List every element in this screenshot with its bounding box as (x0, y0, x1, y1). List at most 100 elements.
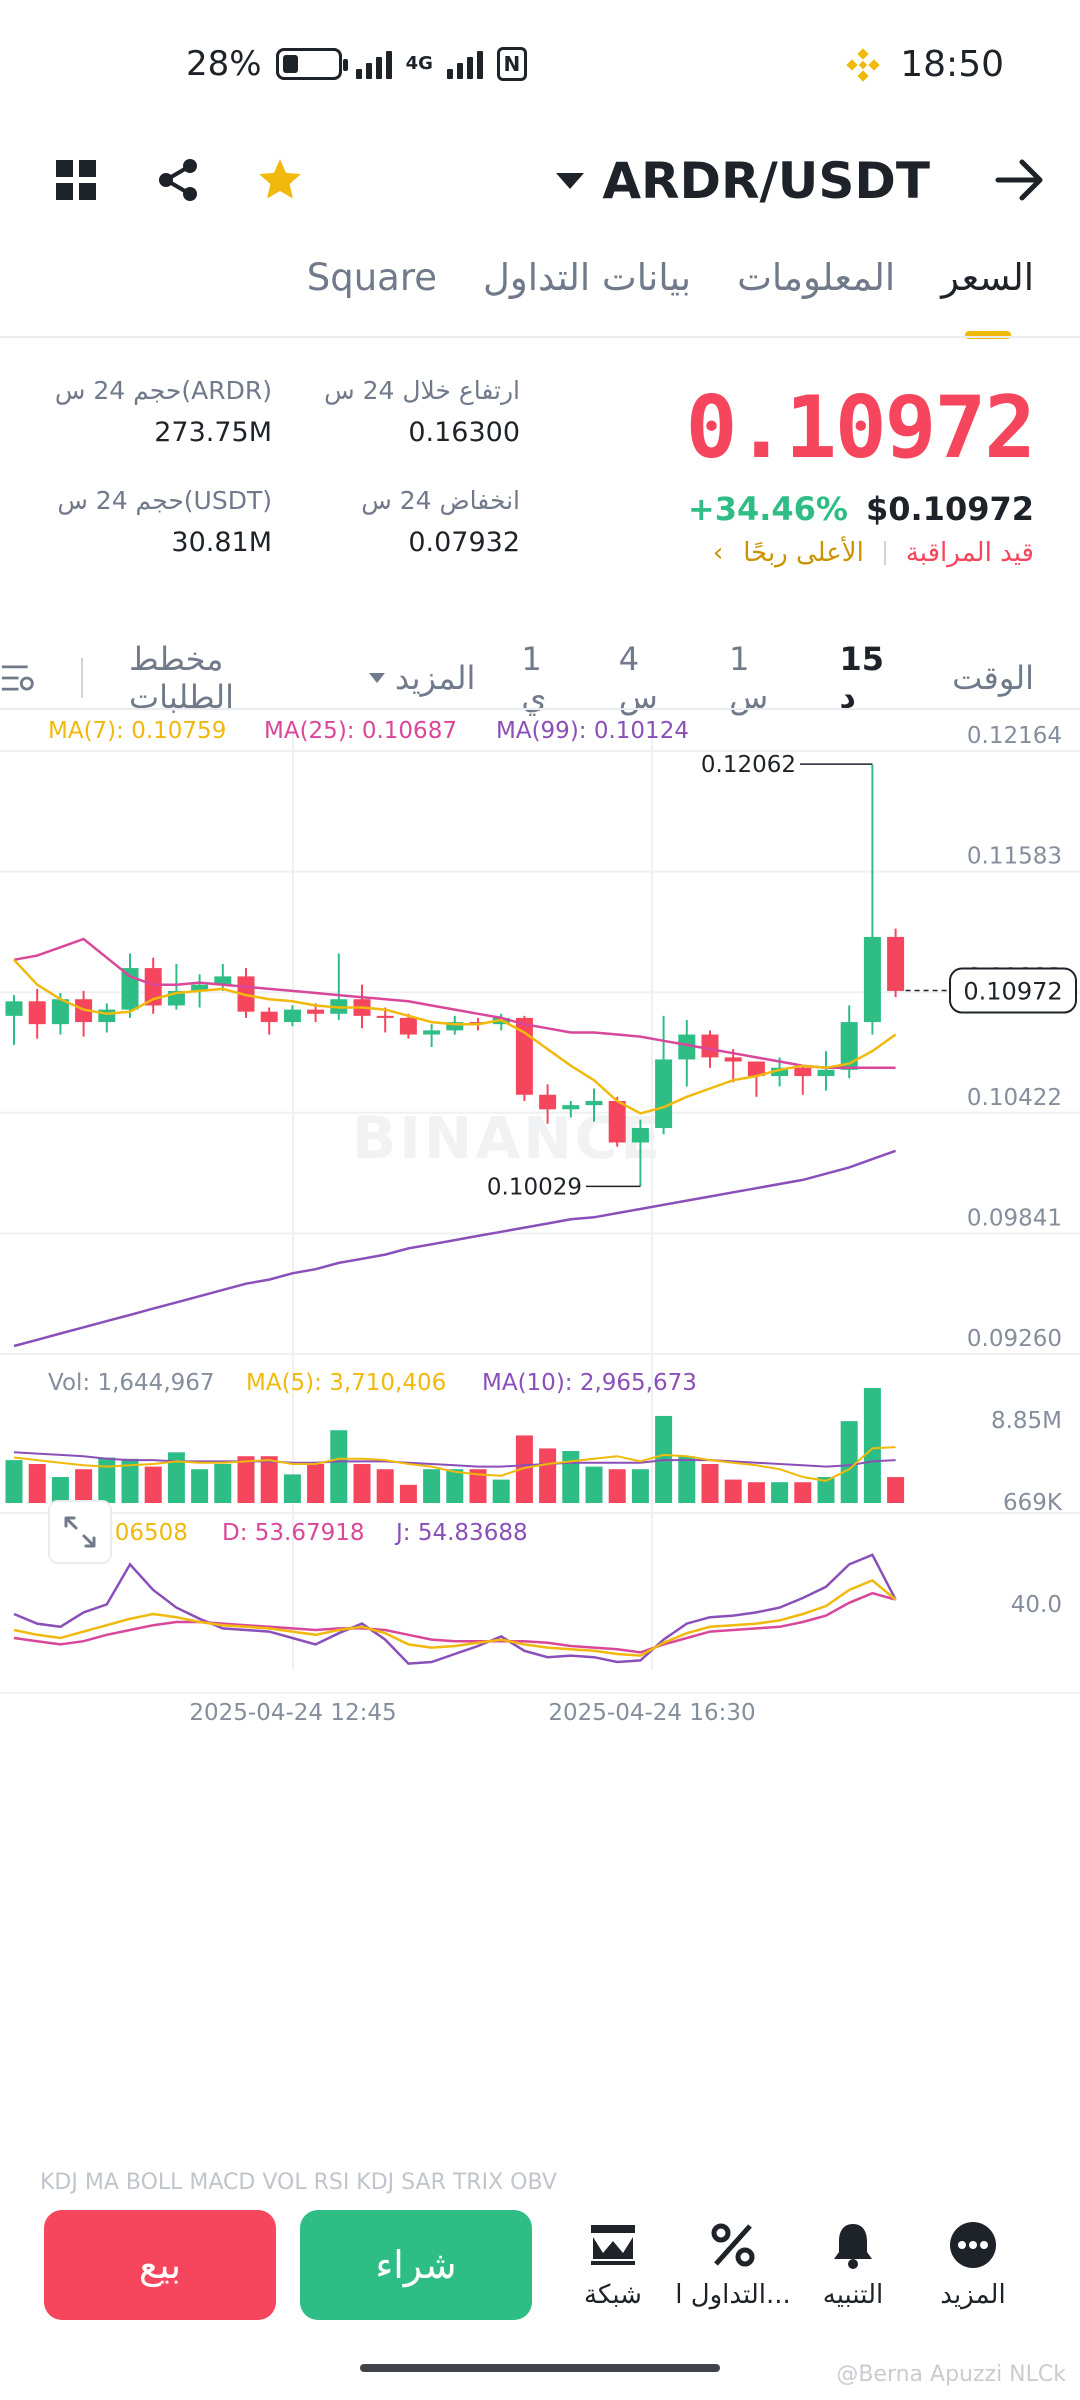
ma25-legend: MA(25): 0.10687 (264, 718, 457, 744)
candle (631, 1127, 649, 1143)
kdj-j-line (13, 1553, 897, 1665)
nav-more[interactable]: المزيد (908, 2216, 1038, 2310)
volume-bar (724, 1479, 742, 1503)
candle (28, 1001, 46, 1025)
volume-bar (330, 1430, 348, 1503)
percent-icon (711, 2223, 755, 2267)
nav-grid[interactable]: شبكة (548, 2216, 678, 2310)
volume-bar (562, 1451, 580, 1503)
interval-1h[interactable]: 1 س (729, 640, 793, 716)
volume-bar (353, 1464, 371, 1503)
candle (121, 968, 139, 1010)
caret-down-icon (368, 673, 385, 683)
candle (562, 1105, 580, 1110)
volume-bar (167, 1452, 185, 1503)
depth-chart-tab[interactable]: مخطط الطلبات (129, 640, 323, 716)
back-arrow-icon[interactable] (990, 150, 1050, 210)
current-price-label: 0.10972 (963, 978, 1062, 1006)
tag-top-gainers[interactable]: الأعلى ربحًا (743, 538, 864, 568)
volume-bar (840, 1421, 858, 1503)
candle (585, 1100, 603, 1106)
battery-percent: 28% (186, 44, 262, 84)
stat-vol-base-value: 273.75M (154, 417, 272, 448)
nav-alert[interactable]: التنبيه (788, 2216, 918, 2310)
header: ARDR/USDT (0, 140, 1080, 240)
kdj-k-line (13, 1578, 897, 1657)
pair-name: ARDR/USDT (602, 152, 930, 210)
price-change: +34.46% (687, 490, 848, 528)
volume-bar (492, 1479, 510, 1503)
price-axis-label: 0.09260 (967, 1326, 1062, 1352)
stat-low-label: انخفاض 24 س (361, 486, 520, 515)
status-bar: 28% 4G N 18:50 (0, 0, 1080, 130)
pair-selector[interactable]: ARDR/USDT (556, 152, 930, 210)
kdj-d-legend: D: 53.67918 (222, 1520, 365, 1546)
grid-icon[interactable] (46, 150, 106, 210)
interval-1d[interactable]: 1 ي (521, 640, 572, 716)
sell-button[interactable]: بيع (44, 2210, 276, 2320)
tag-watchlist[interactable]: قيد المراقبة (906, 538, 1034, 568)
candle (307, 1009, 325, 1014)
tab-price[interactable]: السعر (941, 256, 1034, 299)
candle (539, 1094, 557, 1110)
volume-bar (887, 1477, 905, 1503)
price-chart[interactable]: 0.121640.115830.110030.104220.098410.092… (0, 710, 1080, 2140)
kdj-j-legend: J: 54.83688 (394, 1520, 528, 1546)
main-tabs: السعر المعلومات بيانات التداول Square (307, 256, 1034, 299)
candle (655, 1059, 673, 1128)
last-price: 0.10972 (685, 378, 1036, 478)
stat-vol-base: حجم 24 س(ARDR) 273.75M (55, 376, 272, 448)
interval-more[interactable]: المزيد (368, 659, 476, 697)
candle (423, 1030, 441, 1035)
volume-bar (863, 1388, 881, 1503)
signal-2-icon (446, 49, 483, 79)
volume-bar (771, 1482, 789, 1503)
credit-watermark: @Berna Apuzzi NLCk (836, 2362, 1066, 2387)
stat-low: انخفاض 24 س 0.07932 (361, 486, 520, 558)
expand-chart-icon[interactable] (48, 1500, 112, 1564)
volume-bar (28, 1464, 46, 1503)
vol-axis-label: 8.85M (991, 1408, 1062, 1434)
vol-legend: Vol: 1,644,967 (48, 1370, 215, 1396)
candle (376, 1015, 394, 1018)
nav-margin[interactable]: التداول ا... (668, 2216, 798, 2310)
bell-icon (834, 2224, 872, 2269)
chevron-left-icon[interactable]: ‹ (713, 538, 723, 568)
binance-logo-icon (846, 47, 880, 82)
stat-vol-base-label: حجم 24 س(ARDR) (54, 376, 272, 405)
interval-15m[interactable]: 15 د (839, 640, 906, 716)
tab-trading-data[interactable]: بيانات التداول (483, 256, 691, 299)
stat-high-label: ارتفاع خلال 24 س (324, 376, 520, 405)
stat-vol-quote-label: حجم 24 س(USDT) (57, 486, 272, 515)
high-marker-label: 0.12062 (701, 752, 796, 778)
volume-bar (376, 1469, 394, 1503)
kdj-axis-label: 40.0 (1011, 1592, 1062, 1618)
candle (399, 1017, 417, 1035)
tab-square[interactable]: Square (307, 256, 437, 299)
price-axis-label: 0.11583 (967, 844, 1062, 870)
volume-bar (260, 1456, 278, 1503)
tab-info[interactable]: المعلومات (737, 256, 895, 299)
time-label[interactable]: الوقت (952, 659, 1034, 697)
interval-bar: الوقت 15 د 1 س 4 س 1 ي المزيد مخطط الطلب… (0, 640, 1034, 716)
volume-bar (307, 1464, 325, 1503)
more-dots-icon (950, 2222, 996, 2268)
candle (724, 1057, 742, 1062)
chart-settings-icon[interactable] (0, 661, 35, 695)
network-type: 4G (405, 53, 433, 74)
volume-bar (214, 1464, 232, 1503)
status-right: 18:50 (846, 44, 1004, 85)
candle (283, 1009, 301, 1023)
volume-bar (98, 1457, 116, 1503)
indicator-strip[interactable]: KDJ MA BOLL MACD VOL RSI KDJ SAR TRIX OB… (40, 2170, 1040, 2194)
candle (817, 1069, 835, 1077)
buy-button[interactable]: شراء (300, 2210, 532, 2320)
home-indicator[interactable] (360, 2364, 720, 2372)
bottom-bar: بيع شراء شبكة التداول ا... التنبيه المزي… (0, 2194, 1080, 2334)
interval-more-label: المزيد (394, 659, 476, 697)
share-icon[interactable] (148, 150, 208, 210)
price-axis-label: 0.10422 (967, 1085, 1062, 1111)
star-icon[interactable] (250, 150, 310, 210)
interval-4h[interactable]: 4 س (619, 640, 683, 716)
volume-bar (423, 1469, 441, 1503)
